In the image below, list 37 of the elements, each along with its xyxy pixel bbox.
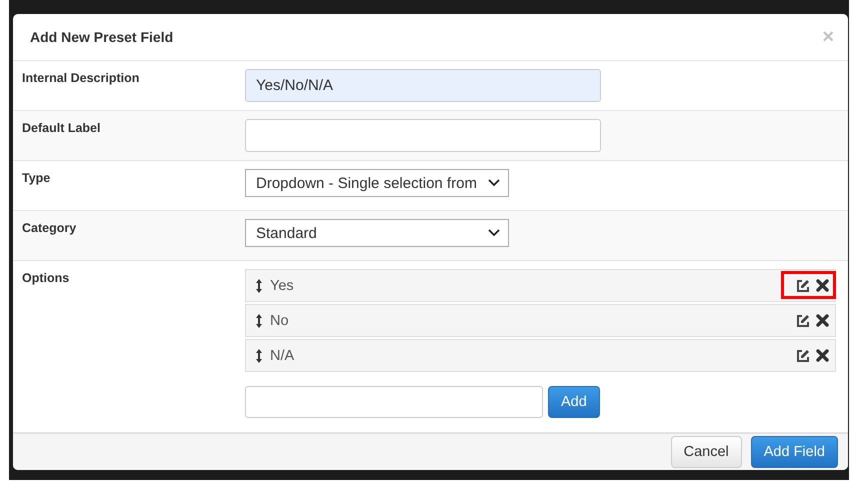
edit-button[interactable]: [796, 278, 810, 292]
caret-icon: [488, 229, 500, 237]
drag-icon: [256, 314, 262, 328]
new-option-field[interactable]: [245, 386, 543, 418]
delete-button[interactable]: [816, 349, 829, 362]
add-button[interactable]: Add: [548, 386, 600, 418]
option-item[interactable]: No: [245, 304, 836, 337]
field-label: Default Label: [22, 120, 102, 137]
drag-icon: [256, 278, 262, 292]
cancel-button[interactable]: Cancel: [670, 436, 742, 468]
text-field[interactable]: Yes/No/N/A: [245, 69, 601, 102]
field-label: Type: [22, 170, 52, 187]
dropdown[interactable]: Standard: [245, 219, 509, 247]
drag-icon: [256, 348, 262, 362]
edit-icon: [796, 348, 810, 362]
dropdown[interactable]: Dropdown - Single selection from: [245, 169, 509, 197]
delete-icon: [816, 349, 829, 362]
dialog-title: Add New Preset Field: [30, 29, 174, 45]
add-field-button[interactable]: Add Field: [750, 436, 838, 468]
delete-icon: [816, 314, 829, 327]
edit-icon: [796, 278, 810, 292]
edit-button[interactable]: [796, 348, 810, 362]
delete-icon: [816, 279, 829, 292]
option-label: Yes: [270, 278, 295, 294]
delete-button[interactable]: [816, 314, 829, 327]
option-item[interactable]: Yes: [245, 269, 836, 302]
field-label: Options: [22, 270, 70, 287]
field-label: Category: [22, 220, 78, 237]
field-label: Internal Description: [22, 70, 140, 87]
caret-icon: [488, 179, 500, 187]
option-label: No: [270, 312, 290, 328]
option-label: N/A: [270, 348, 296, 364]
edit-button[interactable]: [796, 314, 810, 328]
option-item[interactable]: N/A: [245, 339, 836, 372]
delete-button[interactable]: [816, 279, 829, 292]
edit-icon: [796, 314, 810, 328]
text-field[interactable]: [245, 119, 601, 152]
